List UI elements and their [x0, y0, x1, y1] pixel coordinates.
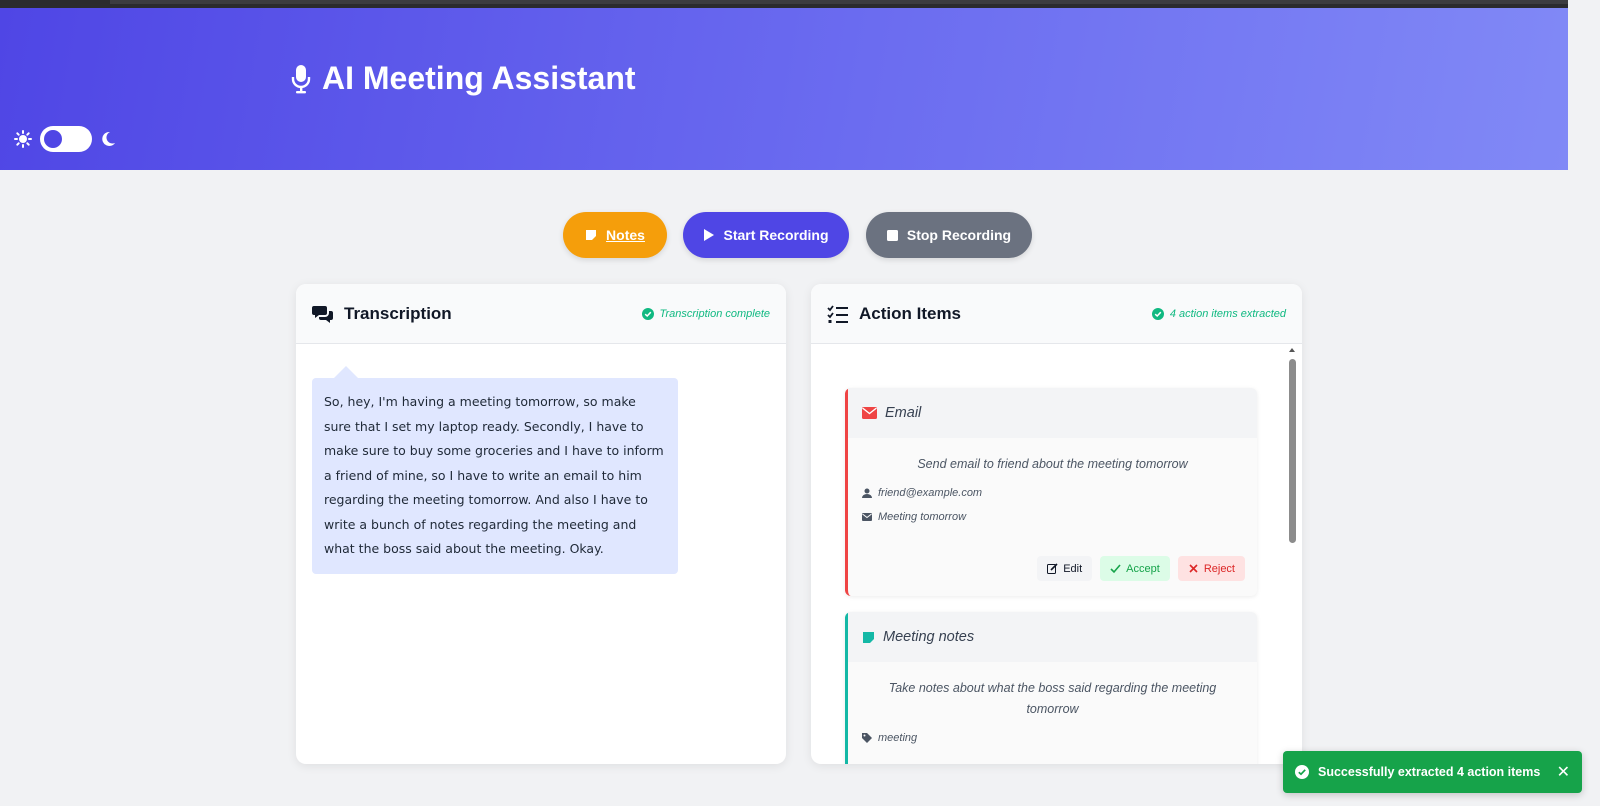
action-items-card-header: Action Items 4 action items extracted — [811, 284, 1302, 344]
reject-label: Reject — [1203, 562, 1235, 575]
page-margin-right — [1568, 0, 1600, 806]
toast-message: Successfully extracted 4 action items — [1318, 765, 1541, 779]
scroll-up-arrow-icon[interactable] — [1289, 348, 1295, 352]
close-icon[interactable]: ✕ — [1557, 762, 1570, 782]
accept-button[interactable]: Accept — [1100, 556, 1170, 581]
sun-icon — [14, 130, 32, 148]
theme-toggle[interactable] — [14, 126, 116, 152]
action-item-description: Send email to friend about the meeting t… — [917, 457, 1188, 471]
theme-switch[interactable] — [40, 126, 92, 152]
recipient-text: friend@example.com — [878, 487, 983, 499]
accept-label: Accept — [1126, 562, 1160, 575]
action-items-status: 4 action items extracted — [1151, 307, 1286, 320]
subject-text: Meeting tomorrow — [878, 511, 967, 523]
user-icon — [862, 488, 872, 498]
start-recording-label: Start Recording — [723, 227, 829, 243]
stop-icon — [886, 229, 898, 241]
check-circle-icon — [1295, 765, 1309, 779]
stop-recording-button[interactable]: Stop Recording — [866, 212, 1032, 258]
action-item-type: Email — [885, 405, 922, 421]
action-items-list[interactable]: Email Send email to friend about the mee… — [811, 344, 1302, 764]
action-item-meeting-notes: Meeting notes Take notes about what the … — [845, 612, 1257, 764]
action-items-title-text: Action Items — [859, 303, 962, 323]
window-top-strip-inner — [110, 0, 1570, 4]
x-icon — [1189, 564, 1198, 573]
transcription-card: Transcription Transcription complete So,… — [296, 284, 786, 764]
edit-icon — [1047, 563, 1058, 574]
stop-recording-label: Stop Recording — [906, 227, 1012, 243]
action-item-header: Email — [848, 388, 1257, 438]
transcription-status-text: Transcription complete — [659, 307, 770, 320]
action-items-scrollbar[interactable] — [1288, 348, 1296, 756]
transcription-text: So, hey, I'm having a meeting tomorrow, … — [312, 378, 678, 574]
sticky-note-icon — [863, 631, 874, 643]
app-title: AI Meeting Assistant — [290, 60, 636, 97]
action-item-email: Email Send email to friend about the mee… — [845, 388, 1257, 596]
edit-button[interactable]: Edit — [1037, 556, 1093, 581]
action-item-description: Take notes about what the boss said rega… — [888, 681, 1217, 716]
comments-icon — [312, 305, 333, 323]
app-title-text: AI Meeting Assistant — [322, 60, 636, 96]
transcription-title: Transcription — [312, 304, 452, 324]
notes-button-label: Notes — [606, 227, 645, 243]
transcription-card-header: Transcription Transcription complete — [296, 284, 786, 344]
action-items-title: Action Items — [827, 304, 961, 324]
action-item-subject: Meeting tomorrow — [848, 511, 1257, 523]
action-item-header: Meeting notes — [848, 612, 1257, 662]
transcription-bubble: So, hey, I'm having a meeting tomorrow, … — [312, 366, 678, 574]
success-toast: Successfully extracted 4 action items ✕ — [1283, 751, 1582, 793]
action-item-type: Meeting notes — [883, 629, 975, 645]
check-circle-icon — [1151, 307, 1164, 320]
action-item-buttons: Edit Accept Reject — [1037, 556, 1245, 581]
tag-text: meeting — [878, 732, 918, 744]
edit-label: Edit — [1063, 562, 1083, 575]
action-items-card: Action Items 4 action items extracted Em… — [811, 284, 1302, 764]
bubble-tail — [334, 366, 358, 378]
theme-switch-knob — [44, 130, 62, 148]
action-item-recipient: friend@example.com — [848, 487, 1257, 499]
moon-icon — [102, 131, 115, 146]
action-items-status-text: 4 action items extracted — [1169, 307, 1286, 320]
transcription-title-text: Transcription — [344, 303, 452, 323]
start-recording-button[interactable]: Start Recording — [683, 212, 849, 258]
check-icon — [1110, 564, 1121, 574]
play-icon — [704, 229, 715, 241]
window-top-strip — [0, 0, 1600, 8]
envelope-small-icon — [862, 513, 872, 521]
envelope-icon — [862, 407, 877, 419]
notes-button[interactable]: Notes — [563, 212, 667, 258]
reject-button[interactable]: Reject — [1177, 556, 1245, 581]
action-item-tag: meeting — [848, 732, 1257, 744]
app-header: AI Meeting Assistant — [0, 8, 1568, 170]
tag-icon — [862, 733, 872, 743]
task-list-icon — [827, 304, 848, 323]
transcription-status: Transcription complete — [641, 307, 770, 320]
sticky-note-icon — [586, 230, 597, 240]
microphone-icon — [291, 64, 311, 93]
scrollbar-thumb[interactable] — [1288, 359, 1296, 543]
check-circle-icon — [641, 307, 654, 320]
